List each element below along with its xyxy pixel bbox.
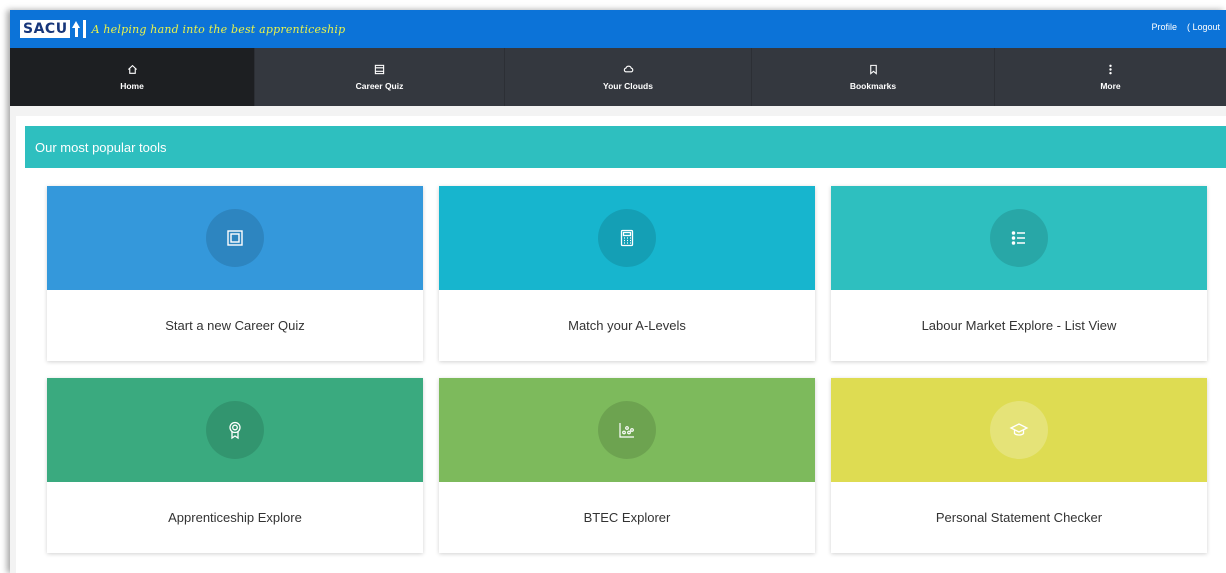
card-banner [47,378,423,482]
card-banner [439,186,815,290]
card-banner [47,186,423,290]
tool-card-btec[interactable]: BTEC Explorer [439,378,815,553]
account-links: Profile ( Logout [1151,22,1220,32]
card-label: Match your A-Levels [568,318,686,333]
frame-icon [227,230,243,246]
tool-card-labour-market[interactable]: Labour Market Explore - List View [831,186,1207,361]
nav-career-quiz[interactable]: Career Quiz [255,48,505,106]
bookmark-icon [869,64,877,75]
vertical-dots-icon [1109,64,1112,74]
calculator-icon [620,229,634,247]
icon-badge [990,401,1048,459]
nav-your-clouds-label: Your Clouds [603,80,653,91]
icon-badge [206,209,264,267]
icon-badge [990,209,1048,267]
top-bar: SACU A helping hand into the best appren… [10,10,1226,48]
window-icon [374,64,385,74]
card-banner [831,186,1207,290]
nav-your-clouds[interactable]: Your Clouds [505,48,752,106]
graduation-cap-icon [1009,423,1029,436]
content-area: Our most popular tools Start a new Caree… [16,116,1226,573]
sacu-logo[interactable]: SACU [20,20,86,38]
card-banner [439,378,815,482]
nav-bookmarks[interactable]: Bookmarks [752,48,995,106]
tool-card-a-levels[interactable]: Match your A-Levels [439,186,815,361]
card-label: Labour Market Explore - List View [921,318,1117,333]
nav-bookmarks-label: Bookmarks [849,80,897,91]
card-label: BTEC Explorer [583,510,671,525]
nav-more-label: More [1100,80,1121,91]
tool-card-personal-statement[interactable]: Personal Statement Checker [831,378,1207,553]
card-label: Start a new Career Quiz [165,318,305,333]
card-label: Personal Statement Checker [935,510,1103,525]
scatter-chart-icon [619,423,634,438]
tool-card-career-quiz[interactable]: Start a new Career Quiz [47,186,423,361]
up-arrow-icon [69,20,83,38]
nav-career-quiz-label: Career Quiz [355,80,404,91]
main-nav: Home Career Quiz Your Clouds Bookmarks M… [10,48,1226,106]
tagline: A helping hand into the best apprentices… [91,22,346,36]
nav-home[interactable]: Home [10,48,255,106]
logo-text: SACU [23,21,68,37]
award-icon [229,421,241,440]
cloud-icon [623,65,633,72]
icon-badge [598,401,656,459]
tool-card-apprenticeship[interactable]: Apprenticeship Explore [47,378,423,553]
profile-link[interactable]: Profile [1151,22,1177,32]
nav-home-label: Home [120,80,144,91]
icon-badge [598,209,656,267]
logout-link[interactable]: ( Logout [1187,22,1220,32]
home-icon [127,64,137,74]
app-window: SACU A helping hand into the best appren… [10,10,1226,573]
section-title: Our most popular tools [35,139,167,155]
list-icon [1011,231,1025,245]
nav-more[interactable]: More [995,48,1226,106]
card-banner [831,378,1207,482]
icon-badge [206,401,264,459]
card-label: Apprenticeship Explore [168,510,302,525]
section-header: Our most popular tools [25,126,1226,168]
